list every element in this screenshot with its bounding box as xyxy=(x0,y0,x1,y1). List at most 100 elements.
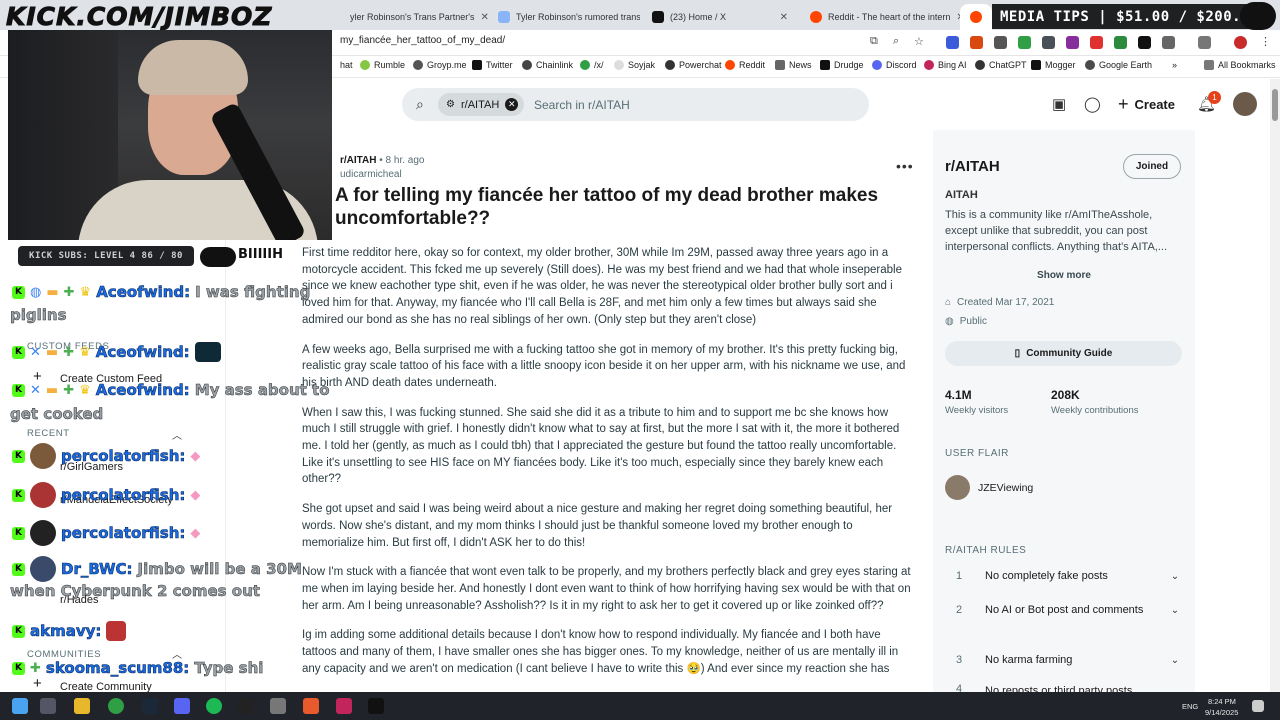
close-tab-icon[interactable]: ✕ xyxy=(780,12,788,23)
app-icon[interactable] xyxy=(270,698,286,714)
language-indicator[interactable]: ENG xyxy=(1182,702,1198,711)
extension-icon[interactable] xyxy=(1090,36,1103,49)
chrome-icon[interactable] xyxy=(108,698,124,714)
bookmark-item[interactable]: Discord xyxy=(872,60,917,70)
bookmark-star-icon[interactable]: ☆ xyxy=(914,35,924,48)
bookmark-item[interactable]: Drudge xyxy=(820,60,864,70)
spotify-icon[interactable] xyxy=(206,698,222,714)
post-author[interactable]: udicarmicheal xyxy=(340,169,402,180)
bookmark-label: Bing AI xyxy=(938,60,967,70)
extension-icon[interactable] xyxy=(1042,36,1055,49)
bookmark-item[interactable]: News xyxy=(775,60,812,70)
browser-tab[interactable]: Reddit - The heart of the intern ✕ xyxy=(800,4,960,30)
advertise-icon[interactable]: ▣ xyxy=(1052,95,1066,113)
bookmarks-overflow-icon[interactable]: » xyxy=(1172,60,1177,70)
chevron-down-icon: ⌄ xyxy=(1170,604,1180,616)
rule-number: 2 xyxy=(955,604,963,616)
browser-tab-active[interactable] xyxy=(960,4,992,30)
avatar[interactable] xyxy=(1233,92,1257,116)
zoom-icon[interactable]: ⌕ xyxy=(893,35,899,48)
joined-button[interactable]: Joined xyxy=(1123,154,1181,179)
clock-date[interactable]: 9/14/2025 xyxy=(1205,708,1238,717)
news-icon xyxy=(775,60,785,70)
browser-tab[interactable]: yler Robinson's Trans Partner's ✕ xyxy=(340,4,488,30)
community-guide-button[interactable]: ▯ Community Guide xyxy=(945,341,1182,366)
notification-center-icon[interactable] xyxy=(1252,700,1264,712)
bookmark-item[interactable]: Google Earth xyxy=(1085,60,1152,70)
discord-icon[interactable] xyxy=(174,698,190,714)
extension-icon[interactable] xyxy=(970,36,983,49)
url-field[interactable]: my_fiancée_her_tattoo_of_my_dead/ xyxy=(340,35,505,46)
chevron-up-icon[interactable]: ︿ xyxy=(172,427,182,442)
clover-badge-icon: ✚ xyxy=(63,382,75,398)
bookmark-label: Soyjak xyxy=(628,60,656,70)
browser-tab[interactable]: Tyler Robinson's rumored trans ✕ xyxy=(488,4,640,30)
bookmark-item[interactable]: Bing AI xyxy=(924,60,967,70)
extension-icon[interactable] xyxy=(994,36,1007,49)
bookmark-item[interactable]: Twitter xyxy=(472,60,513,70)
extension-icon[interactable] xyxy=(1114,36,1127,49)
bookmark-item[interactable]: Powerchat xyxy=(665,60,722,70)
task-view-icon[interactable] xyxy=(40,698,56,714)
recent-heading[interactable]: RECENT xyxy=(27,428,70,439)
app-icon[interactable] xyxy=(336,698,352,714)
app-icon[interactable] xyxy=(368,698,384,714)
bookmark-item[interactable]: /x/ xyxy=(580,60,604,70)
app-icon[interactable] xyxy=(303,698,319,714)
rule-item[interactable]: 2 No AI or Bot post and comments ⌄ xyxy=(945,602,1185,618)
chat-text: I was fighting xyxy=(195,283,311,302)
create-button[interactable]: + Create xyxy=(1118,94,1175,115)
search-bar[interactable]: ⌕ ⚙ r/AITAH ✕ Search in r/AITAH xyxy=(402,88,869,121)
extension-icon[interactable] xyxy=(946,36,959,49)
bookmark-label: Chainlink xyxy=(536,60,574,70)
create-label: Create xyxy=(1134,97,1175,112)
bookmark-item[interactable]: hat xyxy=(340,60,353,70)
chat-message: K ◍ ▬ ✚ ♛ Aceofwind: I was fighting xyxy=(12,283,311,302)
bookmark-item[interactable]: ChatGPT xyxy=(975,60,1027,70)
chat-username: akmavy: xyxy=(30,622,102,641)
extensions-puzzle-icon[interactable] xyxy=(1162,36,1175,49)
menu-kebab-icon[interactable]: ⋮ xyxy=(1260,35,1271,48)
chat-username: Aceofwind: xyxy=(96,283,191,302)
sidepanel-icon[interactable] xyxy=(1198,36,1211,49)
clear-chip-icon[interactable]: ✕ xyxy=(505,98,519,111)
clock-time[interactable]: 8:24 PM xyxy=(1208,697,1236,706)
bookmark-item[interactable]: Reddit xyxy=(725,60,765,70)
extension-icon[interactable] xyxy=(1138,36,1151,49)
rule-item[interactable]: 1 No completely fake posts ⌄ xyxy=(945,568,1185,584)
browser-tab[interactable]: (23) Home / X ✕ xyxy=(642,4,798,30)
kick-badge-icon: K xyxy=(12,562,25,576)
steam-icon[interactable] xyxy=(142,698,158,714)
post-subreddit-link[interactable]: r/AITAH xyxy=(340,155,376,166)
close-tab-icon[interactable]: ✕ xyxy=(481,12,489,23)
more-options-icon[interactable]: ••• xyxy=(896,158,914,174)
bookmark-item[interactable]: Chainlink xyxy=(522,60,573,70)
scrollbar-thumb[interactable] xyxy=(1272,89,1278,121)
search-input[interactable]: Search in r/AITAH xyxy=(534,98,630,112)
crown-badge-icon: ♛ xyxy=(79,284,92,300)
extension-icon[interactable] xyxy=(1018,36,1031,49)
verified-badge-icon: ✕ xyxy=(30,382,41,398)
kick-badge-icon: K xyxy=(12,449,25,463)
bookmark-item[interactable]: Mogger xyxy=(1031,60,1076,70)
extension-icon[interactable] xyxy=(1066,36,1079,49)
rule-item[interactable]: 3 No karma farming ⌄ xyxy=(945,652,1185,668)
chat-text: Jimbo will be a 30M xyxy=(137,560,302,579)
install-app-icon[interactable]: ⧉ xyxy=(870,35,878,48)
bookmark-item[interactable]: Soyjak xyxy=(614,60,655,70)
file-explorer-icon[interactable] xyxy=(74,698,90,714)
all-bookmarks[interactable]: All Bookmarks xyxy=(1204,60,1276,70)
bookmark-item[interactable]: Rumble xyxy=(360,60,405,70)
bookmark-label: Drudge xyxy=(834,60,864,70)
profile-icon[interactable] xyxy=(1234,36,1247,49)
chat-emote xyxy=(194,342,221,362)
terminal-icon[interactable] xyxy=(238,698,254,714)
page-scrollbar[interactable] xyxy=(1270,79,1280,692)
chat-message: K ✚ skooma_scum88: Type shi xyxy=(12,659,264,677)
user-flair[interactable]: JZEViewing xyxy=(945,475,1033,500)
subreddit-search-chip[interactable]: ⚙ r/AITAH ✕ xyxy=(438,93,525,116)
windows-start-icon[interactable] xyxy=(12,698,28,714)
chat-icon[interactable]: ◯ xyxy=(1084,95,1101,113)
bookmark-item[interactable]: Groyp.me xyxy=(413,60,467,70)
show-more-button[interactable]: Show more xyxy=(933,270,1195,281)
